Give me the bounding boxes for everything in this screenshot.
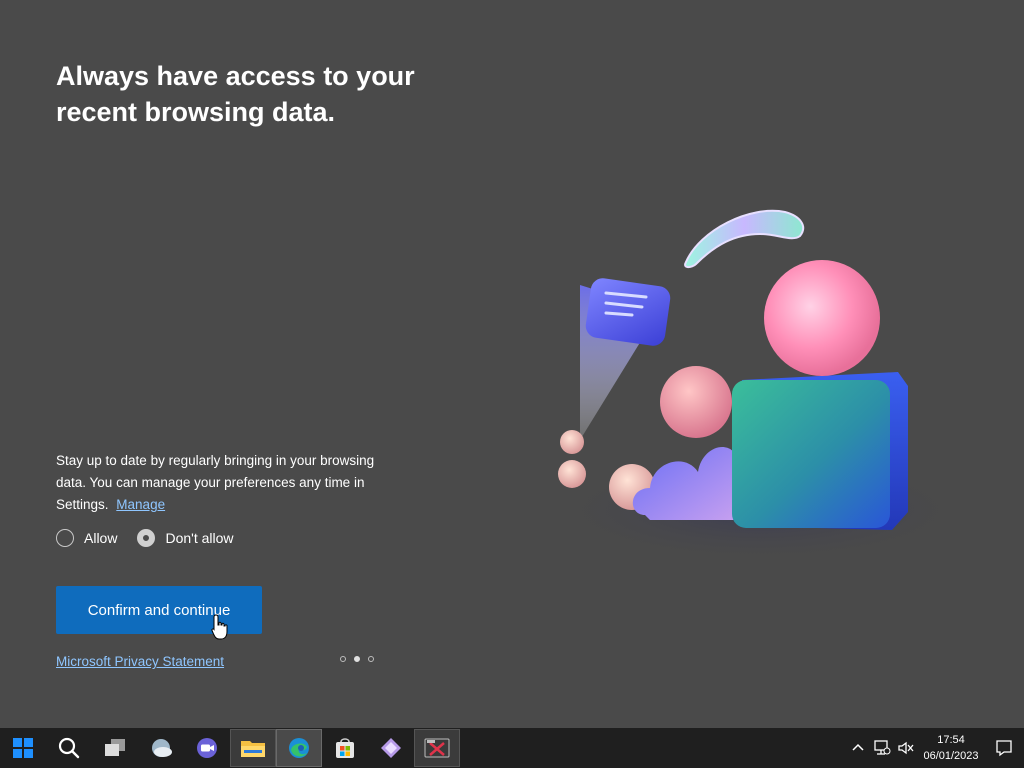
dont-allow-radio-button[interactable] (137, 529, 156, 547)
dont-allow-radio-option[interactable]: Don't allow (137, 529, 234, 547)
dont-allow-radio-label: Don't allow (165, 530, 234, 546)
snipping-tool-button[interactable] (414, 729, 460, 767)
volume-muted-icon (898, 741, 914, 755)
start-button[interactable] (0, 729, 46, 767)
hand-cursor-icon (211, 614, 228, 640)
page-dot-1 (340, 656, 346, 662)
file-explorer-button[interactable] (230, 729, 276, 767)
description-body: Stay up to date by regularly bringing in… (56, 453, 375, 512)
task-view-icon (105, 739, 125, 756)
system-tray: 17:54 06/01/2023 (846, 728, 1024, 768)
clock-date: 06/01/2023 (923, 750, 979, 762)
widgets-icon (152, 739, 172, 757)
manage-link[interactable]: Manage (116, 497, 165, 512)
sync-preference-radio-group: Allow Don't allow (56, 529, 254, 547)
file-explorer-icon (241, 741, 265, 757)
network-button[interactable] (870, 728, 894, 768)
chevron-up-icon (852, 743, 864, 751)
setup-screen: Always have access to your recent browsi… (0, 0, 1024, 728)
search-button[interactable] (46, 729, 92, 767)
browsing-data-illustration (540, 209, 980, 565)
volume-button[interactable] (894, 728, 918, 768)
snipping-tool-icon (424, 738, 450, 758)
microsoft-store-button[interactable] (322, 729, 368, 767)
windows-start-icon (13, 738, 33, 758)
taskbar: 17:54 06/01/2023 (0, 728, 1024, 768)
taskbar-clock[interactable]: 17:54 06/01/2023 (918, 732, 984, 764)
description-text: Stay up to date by regularly bringing in… (56, 450, 406, 516)
show-hidden-icons-button[interactable] (846, 728, 870, 768)
notification-center-button[interactable] (984, 728, 1024, 768)
app-icon (381, 738, 401, 758)
allow-radio-option[interactable]: Allow (56, 529, 117, 547)
edge-browser-icon (289, 738, 309, 758)
page-dot-2 (354, 656, 360, 662)
task-view-button[interactable] (92, 729, 138, 767)
app-button[interactable] (368, 729, 414, 767)
privacy-statement-link[interactable]: Microsoft Privacy Statement (56, 654, 224, 669)
allow-radio-button[interactable] (56, 529, 74, 547)
allow-radio-label: Allow (84, 530, 118, 546)
chat-icon (197, 738, 217, 758)
page-title: Always have access to your recent browsi… (56, 61, 415, 127)
notification-icon (996, 740, 1012, 757)
page-dot-3 (368, 656, 374, 662)
microsoft-store-icon (336, 738, 354, 758)
confirm-and-continue-button[interactable]: Confirm and continue (56, 586, 262, 634)
network-icon (874, 740, 891, 755)
chat-button[interactable] (184, 729, 230, 767)
clock-time: 17:54 (937, 734, 965, 746)
edge-browser-button[interactable] (276, 729, 322, 767)
widgets-button[interactable] (138, 729, 184, 767)
search-icon (58, 737, 80, 759)
page-indicator (340, 656, 374, 662)
